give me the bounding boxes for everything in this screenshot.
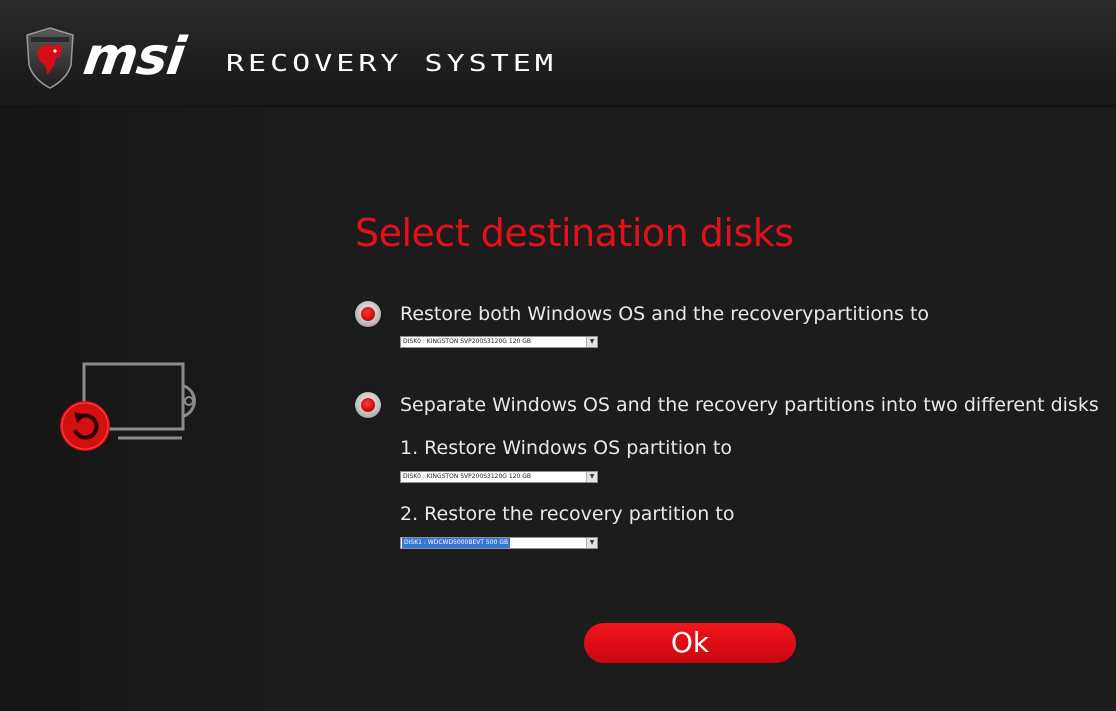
option-restore-both-label: Restore both Windows OS and the recovery… bbox=[400, 303, 930, 325]
disk-select-value: DISK1 : WDCWD5000BEVT 500 GB bbox=[402, 538, 511, 548]
step2-label: 2. Restore the recovery partition to bbox=[400, 503, 735, 525]
chevron-down-icon[interactable]: ▼ bbox=[586, 538, 597, 548]
step1-label: 1. Restore Windows OS partition to bbox=[400, 437, 732, 459]
disk-select-windows-os[interactable]: DISK0 : KINGSTON SVP200S3120G 120 GB ▼ bbox=[400, 471, 598, 483]
ok-button[interactable]: Ok bbox=[584, 623, 796, 663]
brand-logo: msi bbox=[79, 27, 189, 87]
msi-dragon-shield-icon bbox=[26, 27, 74, 89]
disk-select-value: DISK0 : KINGSTON SVP200S3120G 120 GB bbox=[403, 338, 531, 345]
radio-selected-dot bbox=[361, 398, 375, 412]
disk-select-recovery-partition[interactable]: DISK1 : WDCWD5000BEVT 500 GB ▼ bbox=[400, 537, 598, 549]
app-title: RECOVERY SYSTEM bbox=[226, 49, 557, 78]
radio-restore-both[interactable] bbox=[355, 301, 381, 327]
page-title: Select destination disks bbox=[355, 211, 794, 255]
disk-select-restore-both[interactable]: DISK0 : KINGSTON SVP200S3120G 120 GB ▼ bbox=[400, 336, 598, 348]
pc-recovery-icon bbox=[60, 362, 196, 451]
app-header: msi RECOVERY SYSTEM bbox=[0, 0, 1116, 107]
chevron-down-icon[interactable]: ▼ bbox=[586, 337, 597, 347]
option-separate-disks-label: Separate Windows OS and the recovery par… bbox=[400, 394, 1099, 416]
radio-separate-disks[interactable] bbox=[355, 392, 381, 418]
radio-selected-dot bbox=[361, 307, 375, 321]
disk-select-value: DISK0 : KINGSTON SVP200S3120G 120 GB bbox=[403, 473, 531, 480]
chevron-down-icon[interactable]: ▼ bbox=[586, 472, 597, 482]
